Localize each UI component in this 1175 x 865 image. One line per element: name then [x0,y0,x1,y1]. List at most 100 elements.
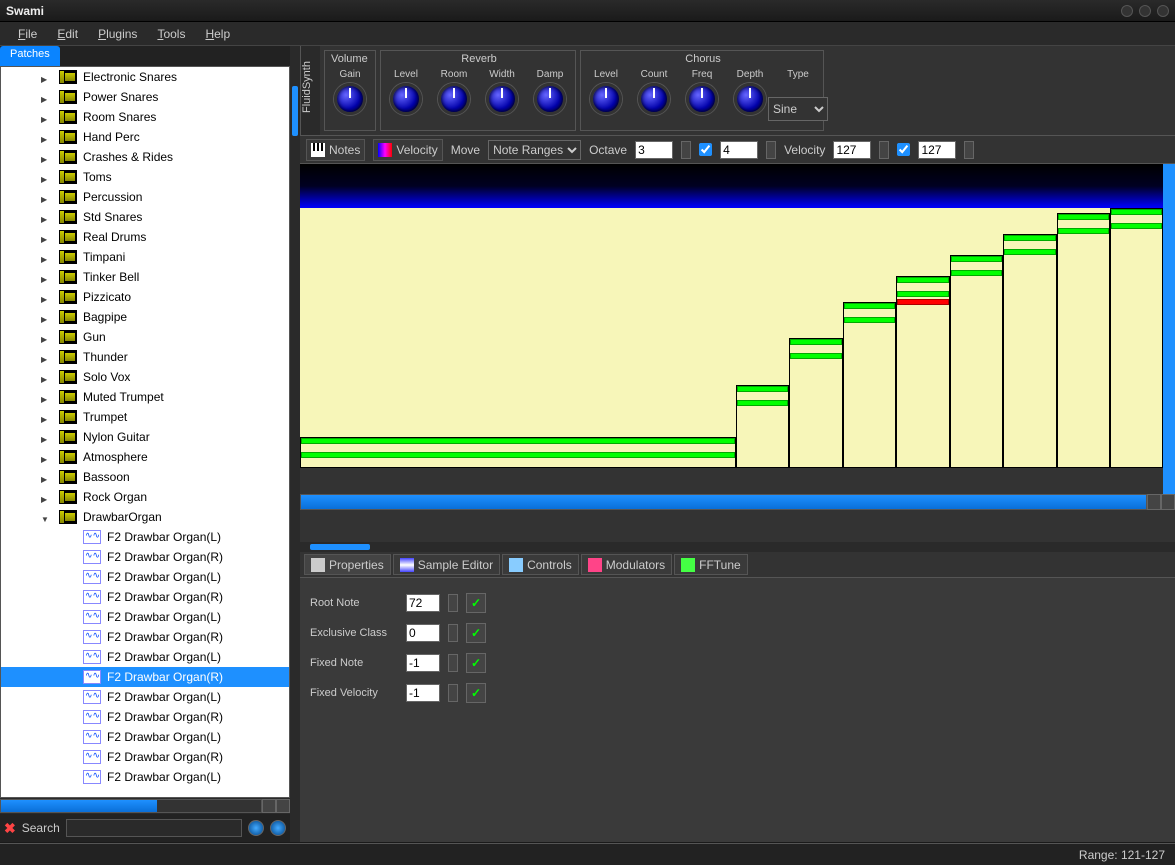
spinner-icon[interactable] [964,141,974,159]
expand-icon[interactable] [41,151,53,163]
tree-hscroll[interactable] [0,798,290,814]
note-zone[interactable] [300,437,736,468]
tab-modulators[interactable]: Modulators [581,554,672,575]
note-zone[interactable] [1110,208,1163,468]
patch-tree[interactable]: Electronic SnaresPower SnaresRoom Snares… [0,66,290,798]
tree-sample[interactable]: F2 Drawbar Organ(L) [1,687,289,707]
expand-icon[interactable] [41,431,53,443]
tree-sample[interactable]: F2 Drawbar Organ(L) [1,567,289,587]
fixed-note-apply[interactable]: ✓ [466,653,486,673]
tree-folder[interactable]: Timpani [1,247,289,267]
expand-icon[interactable] [41,311,53,323]
octave-link-check[interactable] [699,143,712,156]
tree-sample[interactable]: F2 Drawbar Organ(R) [1,667,289,687]
velocity-1-input[interactable] [833,141,871,159]
menu-file[interactable]: File [8,27,47,41]
tree-folder[interactable]: Rock Organ [1,487,289,507]
exclusive-input[interactable] [406,624,440,642]
expand-icon[interactable] [41,331,53,343]
width-knob[interactable] [486,83,518,115]
tree-sample[interactable]: F2 Drawbar Organ(L) [1,647,289,667]
room-knob[interactable] [438,83,470,115]
expand-icon[interactable] [41,391,53,403]
expand-icon[interactable] [41,231,53,243]
expand-icon[interactable] [41,351,53,363]
menu-tools[interactable]: Tools [147,27,195,41]
clear-search-icon[interactable]: ✖ [4,820,16,837]
expand-icon[interactable] [41,111,53,123]
damp-knob[interactable] [534,83,566,115]
note-range-editor[interactable] [300,164,1175,542]
expand-icon[interactable] [41,411,53,423]
spinner-icon[interactable] [448,624,458,642]
menu-help[interactable]: Help [195,27,240,41]
tree-sample[interactable]: F2 Drawbar Organ(R) [1,707,289,727]
note-zone[interactable] [1057,213,1111,468]
tree-folder-expanded[interactable]: DrawbarOrgan [1,507,289,527]
tab-fftune[interactable]: FFTune [674,554,748,575]
tree-sample[interactable]: F2 Drawbar Organ(L) [1,727,289,747]
tree-folder[interactable]: Crashes & Rides [1,147,289,167]
tab-controls[interactable]: Controls [502,554,579,575]
maximize-button[interactable] [1139,5,1151,17]
tree-folder[interactable]: Muted Trumpet [1,387,289,407]
fixed-note-input[interactable] [406,654,440,672]
expand-icon[interactable] [41,291,53,303]
tree-folder[interactable]: Bassoon [1,467,289,487]
expand-icon[interactable] [41,71,53,83]
spinner-icon[interactable] [879,141,889,159]
level-knob[interactable] [390,83,422,115]
search-next-button[interactable] [270,820,286,836]
minimize-button[interactable] [1121,5,1133,17]
note-area[interactable] [300,208,1163,468]
tab-sample[interactable]: Sample Editor [393,554,500,575]
fixed-velocity-input[interactable] [406,684,440,702]
expand-icon[interactable] [41,371,53,383]
move-select[interactable]: Note Ranges [488,140,581,160]
search-input[interactable] [66,819,242,837]
collapse-icon[interactable] [41,511,53,523]
patches-tab[interactable]: Patches [0,46,60,66]
spinner-icon[interactable] [681,141,691,159]
note-zone[interactable] [950,255,1004,468]
level-knob[interactable] [590,83,622,115]
tree-sample[interactable]: F2 Drawbar Organ(R) [1,547,289,567]
spinner-icon[interactable] [448,684,458,702]
tree-folder[interactable]: Thunder [1,347,289,367]
search-prev-button[interactable] [248,820,264,836]
expand-icon[interactable] [41,91,53,103]
expand-icon[interactable] [41,451,53,463]
tab-properties[interactable]: Properties [304,554,391,575]
tree-folder[interactable]: Power Snares [1,87,289,107]
fixed-velocity-apply[interactable]: ✓ [466,683,486,703]
tree-sample[interactable]: F2 Drawbar Organ(L) [1,607,289,627]
tree-folder[interactable]: Std Snares [1,207,289,227]
spinner-icon[interactable] [448,654,458,672]
velocity-link-check[interactable] [897,143,910,156]
spinner-icon[interactable] [766,141,776,159]
note-zone[interactable] [896,276,950,468]
exclusive-apply[interactable]: ✓ [466,623,486,643]
tree-sample[interactable]: F2 Drawbar Organ(L) [1,527,289,547]
note-zone[interactable] [789,338,843,468]
expand-icon[interactable] [41,471,53,483]
root-note-apply[interactable]: ✓ [466,593,486,613]
tree-folder[interactable]: Tinker Bell [1,267,289,287]
tree-folder[interactable]: Hand Perc [1,127,289,147]
expand-icon[interactable] [41,131,53,143]
count-knob[interactable] [638,83,670,115]
tree-folder[interactable]: Gun [1,327,289,347]
velocity-2-input[interactable] [918,141,956,159]
vertical-splitter[interactable] [290,46,300,842]
close-button[interactable] [1157,5,1169,17]
expand-icon[interactable] [41,271,53,283]
chorus-type-select[interactable]: Sine [768,97,828,121]
tree-folder[interactable]: Real Drums [1,227,289,247]
tree-sample[interactable]: F2 Drawbar Organ(R) [1,587,289,607]
tree-folder[interactable]: Trumpet [1,407,289,427]
spinner-icon[interactable] [448,594,458,612]
expand-icon[interactable] [41,191,53,203]
expand-icon[interactable] [41,251,53,263]
editor-hscroll[interactable] [300,494,1175,510]
tree-sample[interactable]: F2 Drawbar Organ(L) [1,767,289,787]
